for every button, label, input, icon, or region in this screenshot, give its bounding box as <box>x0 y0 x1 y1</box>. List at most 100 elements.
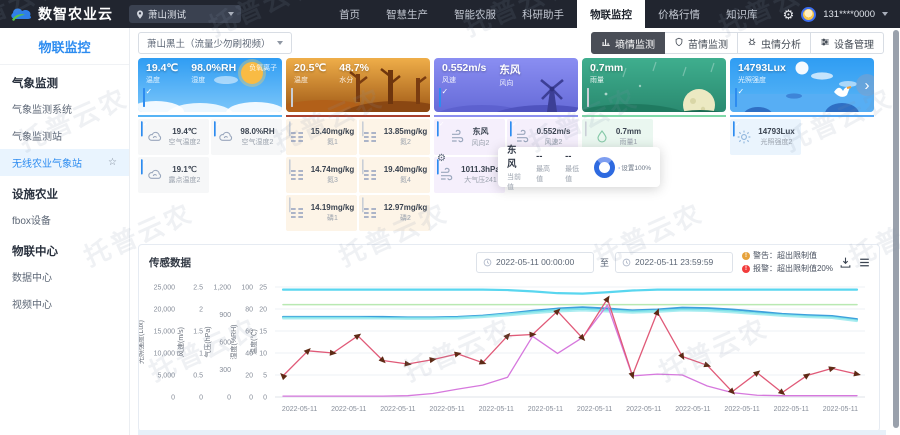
tile-checkbox[interactable] <box>437 121 439 136</box>
site-selector-dropdown[interactable]: 萧山测试 <box>129 5 241 23</box>
sidebar: 物联监控 气象监测气象监测系统气象监测站无线农业气象站☆设施农业fbox设备物联… <box>0 28 130 435</box>
sensor-tile-氮2[interactable]: 13.85mg/kg氮2 <box>359 119 430 155</box>
sensor-tile-露点温度2[interactable]: 19.1℃露点温度2 <box>138 157 209 193</box>
download-button[interactable] <box>839 256 852 269</box>
avatar[interactable] <box>801 7 816 22</box>
tile-settings-gear-icon[interactable]: ⚙ <box>437 154 446 164</box>
tile-checkbox[interactable] <box>141 159 143 174</box>
nav-item-科研助手[interactable]: 科研助手 <box>509 0 577 28</box>
date-from-input[interactable]: 2022-05-11 00:00:00 <box>476 252 594 273</box>
tile-checkbox-wrap <box>437 122 439 136</box>
weather-card-sea: 14793Lux光照强度 › <box>730 58 874 112</box>
sensor-tile-磷1[interactable]: 14.19mg/kg磷1 <box>286 195 357 231</box>
tooltip-progress-label: 设置100% <box>618 162 651 172</box>
nav-item-知识库[interactable]: 知识库 <box>713 0 771 28</box>
tile-checkbox[interactable] <box>289 121 291 136</box>
svg-text:1,200: 1,200 <box>213 285 231 292</box>
card-metric-label: 温度 <box>294 75 326 85</box>
list-view-button[interactable] <box>858 256 871 269</box>
settings-gear-icon[interactable]: ⚙ <box>783 8 795 21</box>
tile-checkbox[interactable] <box>362 159 364 174</box>
tile-text: 19.40mg/kg氮4 <box>384 165 428 185</box>
card-checkbox[interactable] <box>587 88 589 107</box>
svg-text:2022-05-11: 2022-05-11 <box>380 406 415 413</box>
toolbar-button-设备管理[interactable]: 设备管理 <box>810 32 884 54</box>
tile-checkbox[interactable] <box>362 121 364 136</box>
sensor-tile-磷2[interactable]: 12.97mg/kg磷2 <box>359 195 430 231</box>
card-metric: 14793Lux光照强度 <box>738 62 786 85</box>
sidebar-item-视频中心[interactable]: 视频中心 <box>0 290 129 317</box>
nav-item-物联监控[interactable]: 物联监控 <box>577 0 645 28</box>
card-metric: 98.0%RH湿度 <box>191 62 236 85</box>
drop-icon <box>594 129 610 145</box>
sidebar-item-fbox设备[interactable]: fbox设备 <box>0 206 129 233</box>
sensor-tile-氮4[interactable]: 19.40mg/kg氮4 <box>359 157 430 193</box>
device-selector-dropdown[interactable]: 萧山黑土（流量少勿刷视频） <box>138 32 292 54</box>
tile-checkbox-wrap <box>585 122 587 136</box>
weather-card-column-2: 0.552m/s风速东风风向东风风向20.552m/s风速21011.3hPa大… <box>434 58 578 231</box>
sensor-chart-wrap: 25,00020,00015,00010,0005,0000光照强度(Lux)2… <box>139 279 877 434</box>
tile-checkbox[interactable] <box>289 197 291 212</box>
nav-item-首页[interactable]: 首页 <box>326 0 373 28</box>
nav-item-智能农服[interactable]: 智能农服 <box>441 0 509 28</box>
carousel-next-button[interactable]: › <box>856 74 874 96</box>
sensor-tile-空气温度2[interactable]: 19.4℃空气温度2 <box>138 119 209 155</box>
svg-text:25,000: 25,000 <box>154 285 176 292</box>
toolbar-button-苗情监测[interactable]: 苗情监测 <box>664 32 738 54</box>
tile-checkbox[interactable] <box>289 159 291 174</box>
tile-checkbox[interactable] <box>733 121 735 136</box>
toolbar-button-墒情监测[interactable]: 墒情监测 <box>591 32 665 54</box>
tile-checkbox-wrap <box>510 122 512 136</box>
svg-text:2022-05-11: 2022-05-11 <box>774 406 809 413</box>
tile-label: 氮1 <box>311 137 355 147</box>
wind-icon <box>439 167 455 183</box>
card-checkbox[interactable] <box>143 88 145 107</box>
card-metrics: 19.4℃温度98.0%RH湿度负氧离子 <box>146 62 277 85</box>
user-menu-chevron-icon[interactable] <box>882 12 888 16</box>
cloud-icon <box>218 129 234 145</box>
tile-checkbox[interactable] <box>510 121 512 136</box>
toolbar-button-虫情分析[interactable]: 虫情分析 <box>737 32 811 54</box>
star-icon[interactable]: ☆ <box>108 158 117 168</box>
svg-text:1: 1 <box>199 351 203 358</box>
tooltip-max: -- 最高值 <box>536 151 554 184</box>
vertical-scrollbar[interactable] <box>893 30 899 428</box>
tile-text: 14793Lux光照强度2 <box>758 127 794 147</box>
tile-checkbox-wrap <box>362 198 364 212</box>
card-checkbox[interactable] <box>735 88 737 107</box>
sidebar-item-数据中心[interactable]: 数据中心 <box>0 263 129 290</box>
tile-value: 19.4℃ <box>169 127 201 136</box>
tile-checkbox[interactable] <box>214 121 216 136</box>
svg-text:2022-05-11: 2022-05-11 <box>577 406 612 413</box>
sensor-tile-氮3[interactable]: 14.74mg/kg氮3 <box>286 157 357 193</box>
sidebar-item-无线农业气象站[interactable]: 无线农业气象站☆ <box>0 149 129 176</box>
svg-text:1.5: 1.5 <box>193 329 203 336</box>
nav-item-价格行情[interactable]: 价格行情 <box>645 0 713 28</box>
sensor-tile-氮1[interactable]: 15.40mg/kg氮1 <box>286 119 357 155</box>
tile-checkbox[interactable] <box>141 121 143 136</box>
svg-text:2022-05-11: 2022-05-11 <box>479 406 514 413</box>
legend-item: !报警：超出限制值20% <box>742 263 833 274</box>
card-metric-label: 风速 <box>442 75 486 85</box>
tile-text: 1011.3hPa大气压241 <box>461 165 500 185</box>
tile-value: 1011.3hPa <box>461 165 500 174</box>
nav-item-智慧生产[interactable]: 智慧生产 <box>373 0 441 28</box>
sensor-tile-空气湿度2[interactable]: 98.0%RH空气湿度2 <box>211 119 282 155</box>
wind-icon <box>450 129 466 145</box>
sensor-chart: 25,00020,00015,00010,0005,0000光照强度(Lux)2… <box>139 279 877 429</box>
sensor-tile-光照强度2[interactable]: 14793Lux光照强度2 <box>730 119 801 155</box>
tile-checkbox[interactable] <box>362 197 364 212</box>
card-metric-value: 98.0%RH <box>191 62 236 74</box>
tooltip-min-value: -- <box>565 151 583 162</box>
sidebar-item-气象监测系统[interactable]: 气象监测系统 <box>0 95 129 122</box>
card-checkbox[interactable] <box>291 88 293 107</box>
sensor-tile-风向2[interactable]: 东风风向2 <box>434 119 505 155</box>
sidebar-item-气象监测站[interactable]: 气象监测站 <box>0 122 129 149</box>
tile-checkbox[interactable] <box>585 121 587 136</box>
date-to-input[interactable]: 2022-05-11 23:59:59 <box>615 252 733 273</box>
tile-value: 0.552m/s <box>537 127 571 136</box>
alert-dot-icon: ! <box>742 265 750 273</box>
toolbar-button-label: 苗情监测 <box>688 36 728 51</box>
card-checkbox[interactable] <box>439 88 441 107</box>
tile-label: 空气湿度2 <box>240 137 274 147</box>
